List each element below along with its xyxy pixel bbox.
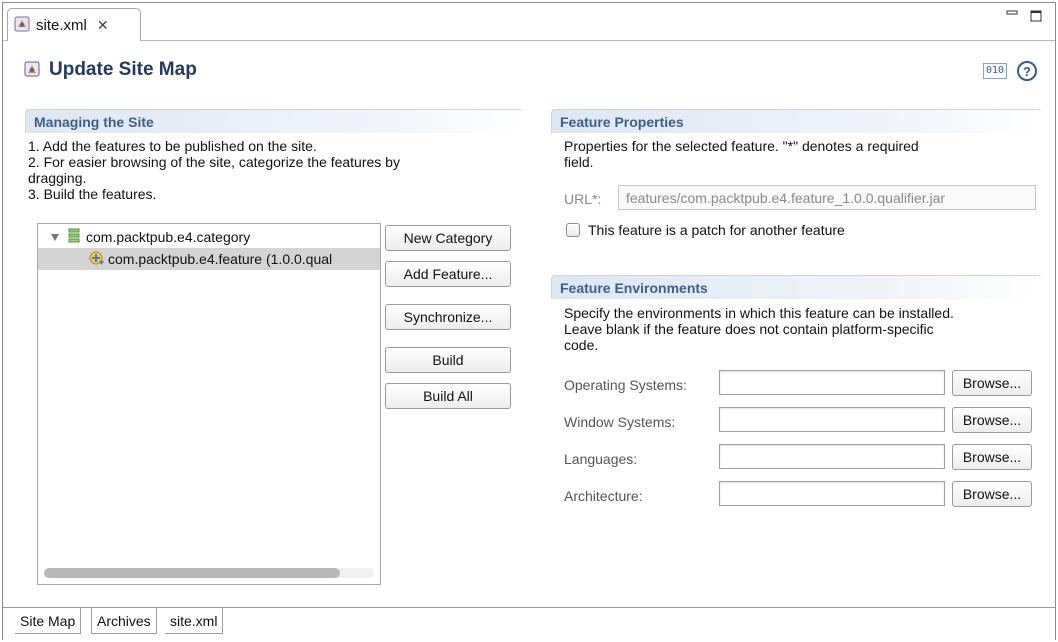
architecture-field[interactable] (719, 481, 945, 506)
managing-line-4: 3. Build the features. (28, 186, 157, 202)
browse-languages-button[interactable]: Browse... (952, 444, 1032, 470)
environments-desc-1: Specify the environments in which this f… (564, 305, 954, 321)
build-button[interactable]: Build (385, 347, 511, 373)
maximize-icon[interactable] (1030, 9, 1042, 25)
form-header: Update Site Map 010 ? (3, 41, 1055, 89)
editor-tab-label: site.xml (36, 16, 87, 34)
managing-line-2: 2. For easier browsing of the site, cate… (28, 154, 400, 170)
managing-line-3: dragging. (28, 170, 87, 186)
add-feature-button[interactable]: Add Feature... (385, 261, 511, 287)
feature-icon (88, 249, 106, 270)
tab-site-map[interactable]: Site Map (15, 608, 82, 634)
languages-label: Languages: (564, 451, 638, 467)
operating-systems-label: Operating Systems: (564, 377, 687, 393)
tree-item-label: com.packtpub.e4.feature (1.0.0.qual (108, 251, 333, 267)
build-all-button[interactable]: Build All (385, 383, 511, 409)
editor-tab-bar: site.xml ✕ (3, 3, 1055, 41)
binary-icon[interactable]: 010 (982, 63, 1007, 79)
page-title: Update Site Map (49, 59, 197, 80)
tree-item-feature[interactable]: com.packtpub.e4.feature (1.0.0.qual (38, 248, 380, 270)
properties-desc-1: Properties for the selected feature. "*"… (564, 138, 919, 154)
url-field: features/com.packtpub.e4.feature_1.0.0.q… (618, 185, 1036, 210)
minimize-icon[interactable] (1006, 5, 1018, 21)
close-tab-icon[interactable]: ✕ (97, 17, 109, 34)
site-map-icon (23, 60, 41, 81)
managing-section-title: Managing the Site (25, 109, 523, 133)
environments-desc-2: Leave blank if the feature does not cont… (564, 321, 934, 337)
operating-systems-field[interactable] (719, 370, 945, 395)
browse-operating-systems-button[interactable]: Browse... (952, 370, 1032, 396)
site-file-icon (14, 16, 30, 35)
managing-line-1: 1. Add the features to be published on t… (28, 138, 317, 154)
patch-label[interactable]: This feature is a patch for another feat… (588, 222, 845, 238)
scrollbar-thumb[interactable] (44, 568, 340, 578)
editor-frame: site.xml ✕ Update Site Map 010 ? Managin… (2, 2, 1056, 641)
editor-tab-site-xml[interactable]: site.xml ✕ (7, 8, 141, 41)
tree-item-category[interactable]: com.packtpub.e4.category (38, 226, 380, 248)
browse-architecture-button[interactable]: Browse... (952, 481, 1032, 507)
environments-desc-3: code. (564, 337, 599, 353)
feature-properties-title: Feature Properties (551, 109, 1041, 133)
browse-window-systems-button[interactable]: Browse... (952, 407, 1032, 433)
new-category-button[interactable]: New Category (385, 225, 511, 251)
window-systems-field[interactable] (719, 407, 945, 432)
feature-environments-title: Feature Environments (551, 275, 1041, 299)
synchronize-button[interactable]: Synchronize... (385, 304, 511, 330)
help-icon[interactable]: ? (1017, 61, 1037, 81)
site-tree[interactable]: com.packtpub.e4.category com.packtpub.e4… (37, 223, 381, 585)
window-systems-label: Window Systems: (564, 414, 676, 430)
properties-desc-2: field. (564, 154, 594, 170)
languages-field[interactable] (719, 444, 945, 469)
tab-archives[interactable]: Archives (91, 608, 157, 634)
url-value: features/com.packtpub.e4.feature_1.0.0.q… (626, 190, 946, 206)
page-tabs: Site Map Archives site.xml (3, 607, 1055, 641)
expand-triangle-icon[interactable] (50, 229, 64, 245)
url-label: URL*: (564, 191, 602, 207)
patch-checkbox[interactable] (566, 223, 580, 237)
tab-site-xml[interactable]: site.xml (165, 608, 224, 634)
category-icon (68, 228, 80, 247)
horizontal-scrollbar[interactable] (44, 568, 374, 578)
architecture-label: Architecture: (564, 488, 643, 504)
tree-item-label: com.packtpub.e4.category (86, 229, 251, 245)
